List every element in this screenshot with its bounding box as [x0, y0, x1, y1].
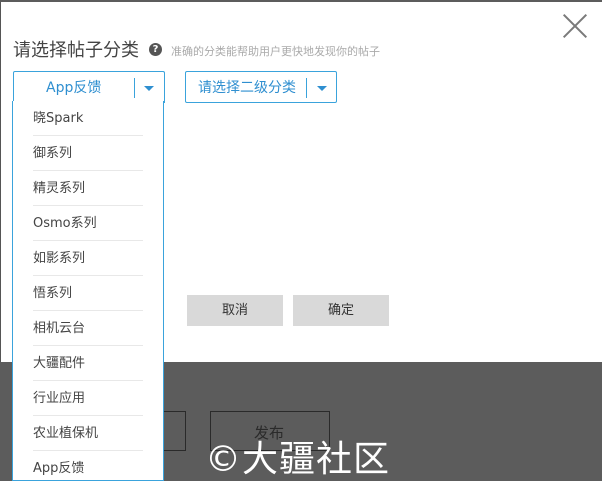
primary-category-select[interactable]: App反馈	[13, 71, 165, 103]
primary-category-value: App反馈	[46, 80, 102, 96]
watermark: ©大疆社区	[205, 439, 391, 480]
cancel-button[interactable]: 取消	[187, 295, 283, 326]
dropdown-item[interactable]: 御系列	[33, 136, 143, 171]
confirm-button[interactable]: 确定	[293, 295, 389, 326]
dropdown-item[interactable]: 如影系列	[33, 241, 143, 276]
dropdown-item[interactable]: Osmo系列	[33, 206, 143, 241]
dropdown-item[interactable]: 大疆配件	[33, 346, 143, 381]
dropdown-item[interactable]: 农业植保机	[33, 416, 143, 451]
category-dropdown-list[interactable]: 晓Spark 御系列 精灵系列 Osmo系列 如影系列 悟系列 相机云台 大疆配…	[12, 101, 164, 481]
help-icon[interactable]: ?	[149, 43, 162, 56]
dropdown-item[interactable]: 相机云台	[33, 311, 143, 346]
secondary-category-select[interactable]: 请选择二级分类	[185, 71, 337, 103]
dropdown-item[interactable]: App反馈	[33, 451, 143, 480]
select-divider	[134, 78, 135, 98]
dropdown-item[interactable]: 晓Spark	[33, 101, 143, 136]
select-divider	[306, 78, 307, 98]
dialog-hint: 准确的分类能帮助用户更快地发现你的帖子	[171, 45, 380, 58]
chevron-down-icon[interactable]	[144, 86, 154, 91]
dropdown-item[interactable]: 精灵系列	[33, 171, 143, 206]
dropdown-item[interactable]: 悟系列	[33, 276, 143, 311]
chevron-down-icon[interactable]	[317, 86, 327, 91]
secondary-category-placeholder: 请选择二级分类	[198, 80, 296, 96]
close-icon[interactable]	[562, 13, 588, 39]
dialog-title: 请选择帖子分类	[13, 40, 139, 61]
dropdown-item[interactable]: 行业应用	[33, 381, 143, 416]
